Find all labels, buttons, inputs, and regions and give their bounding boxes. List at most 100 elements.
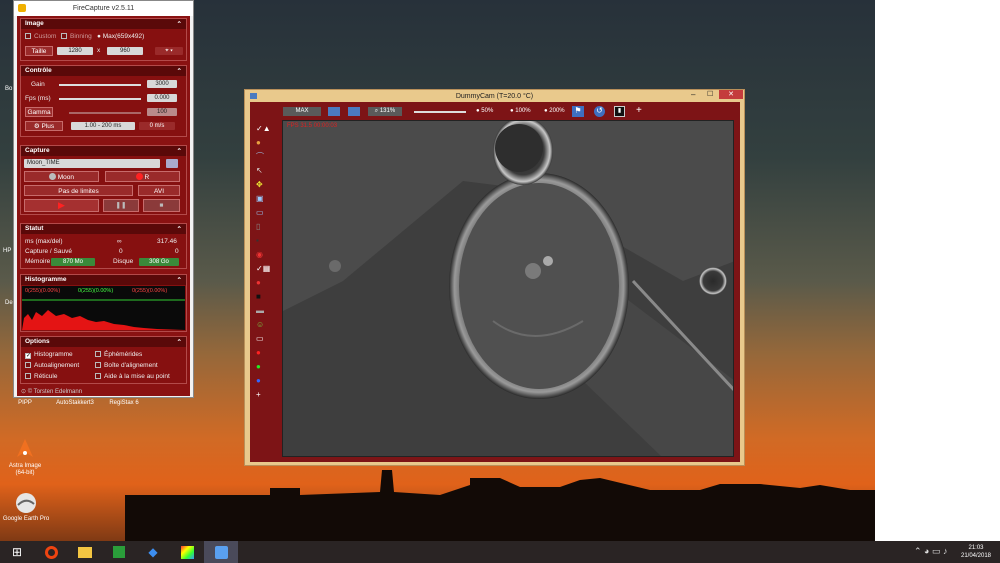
- side-tool-histogram-icon[interactable]: ✓▲: [256, 124, 274, 133]
- windows-start-icon[interactable]: ⊞: [0, 541, 34, 563]
- terminal-icon[interactable]: ▮: [614, 106, 625, 117]
- side-tool-link-icon[interactable]: ⌒: [256, 152, 274, 161]
- zoom-slider[interactable]: [414, 111, 466, 113]
- moon-profile-button[interactable]: Moon: [24, 171, 99, 182]
- height-field[interactable]: 960: [107, 47, 143, 55]
- side-tool-green-filter-icon[interactable]: ●: [256, 362, 274, 371]
- histogramme-section-header[interactable]: Histogramme ⌃: [21, 275, 186, 285]
- limits-button[interactable]: Pas de limites: [24, 185, 133, 196]
- desktop-icon-registax[interactable]: RegiStax 6: [104, 400, 144, 407]
- desktop-icon-google-earth[interactable]: Google Earth Pro: [0, 492, 52, 523]
- side-tool-smile-icon[interactable]: ☺: [256, 320, 274, 329]
- tray-icons[interactable]: ⌃ ◕ ▭ ♪: [914, 546, 947, 557]
- file-explorer-icon[interactable]: [68, 541, 102, 563]
- custom-option[interactable]: Custom: [34, 33, 56, 40]
- close-button[interactable]: ✕: [719, 90, 743, 99]
- gain-value[interactable]: 3000: [147, 80, 177, 88]
- side-tool-move-icon[interactable]: ✥: [256, 180, 274, 189]
- histogram-green-value: 0(255)(0.00%): [78, 288, 114, 294]
- store-icon[interactable]: [102, 541, 136, 563]
- firecapture-app-icon: [18, 4, 26, 12]
- option-reticule[interactable]: Réticule: [25, 373, 57, 380]
- side-tool-rgb-icon[interactable]: ●: [256, 278, 274, 287]
- exposure-range[interactable]: 1.00 - 200 ms: [71, 122, 135, 130]
- side-tool-red-filter-icon[interactable]: ●: [256, 348, 274, 357]
- history-icon[interactable]: ↺: [594, 106, 605, 117]
- dropbox-icon[interactable]: ◆: [136, 541, 170, 563]
- options-section-header[interactable]: Options ⌃: [21, 337, 186, 347]
- side-tool-chat-icon[interactable]: ▭: [256, 208, 274, 217]
- capture-section-header[interactable]: Capture ⌃: [21, 146, 186, 156]
- fps-value[interactable]: 0.000: [147, 94, 177, 102]
- desktop-icon-astra-image[interactable]: Astra Image (64-bit): [3, 437, 47, 477]
- gamma-value[interactable]: 100: [147, 108, 177, 116]
- dummycam-titlebar: DummyCam (T=20.0 °C) – ☐ ✕: [245, 90, 744, 102]
- image-section-header[interactable]: Image ⌃: [21, 19, 186, 29]
- max-resolution-option[interactable]: ● Max(659x492): [97, 33, 144, 40]
- binning-option[interactable]: Binning: [70, 33, 92, 40]
- crosshair-icon[interactable]: +: [636, 105, 642, 116]
- record-button[interactable]: ▶: [24, 199, 99, 212]
- desktop-icon-pipp[interactable]: PIPP: [10, 400, 40, 407]
- desktop-icon-label: AutoStakkert3: [56, 400, 94, 406]
- folder-icon[interactable]: [166, 159, 178, 168]
- fps-slider[interactable]: [59, 98, 141, 100]
- zoom-100-option[interactable]: ● 100%: [510, 108, 531, 114]
- gamma-button[interactable]: Gamma: [25, 107, 53, 117]
- filter-r-button[interactable]: R: [105, 171, 180, 182]
- max-button[interactable]: MAX: [283, 107, 321, 116]
- firecapture-icon[interactable]: [204, 541, 238, 563]
- size-button[interactable]: Taille: [25, 46, 53, 56]
- side-tool-target-icon[interactable]: ◉: [256, 250, 274, 259]
- play-icon: ▶: [58, 200, 65, 210]
- histogram-red-value: 0(255)(0.00%): [25, 288, 61, 294]
- desktop-icon-autostakkert[interactable]: AutoStakkert3: [52, 400, 98, 407]
- filename-field[interactable]: Moon_TIME: [24, 159, 160, 168]
- side-tool-focus-icon[interactable]: ▪: [256, 236, 274, 245]
- collapse-icon: ⌃: [176, 226, 182, 233]
- capture-count-label: Capture / Sauvé: [25, 248, 72, 255]
- side-tool-file-icon[interactable]: ▯: [256, 222, 274, 231]
- width-field[interactable]: 1280: [57, 47, 93, 55]
- option-boite-alignement[interactable]: Boîte d'alignement: [95, 362, 158, 369]
- zoom-200-option[interactable]: ● 200%: [544, 108, 565, 114]
- screen-icon[interactable]: [328, 107, 340, 116]
- gamma-slider[interactable]: [69, 112, 141, 114]
- maximize-button[interactable]: ☐: [707, 90, 713, 98]
- camera-preview-image[interactable]: FPS 31.5 00:00:03: [282, 120, 734, 457]
- side-tool-palette-icon[interactable]: ●: [256, 138, 274, 147]
- side-tool-save-icon[interactable]: ▣: [256, 194, 274, 203]
- side-tool-line-icon[interactable]: ▬: [256, 306, 274, 315]
- minimize-button[interactable]: –: [691, 90, 695, 99]
- side-tool-grid-icon[interactable]: ✓▦: [256, 264, 274, 273]
- option-histogramme[interactable]: ✓ Histogramme: [25, 351, 73, 359]
- side-tool-pointer-icon[interactable]: ↖: [256, 166, 274, 175]
- collapse-icon: ⌃: [176, 68, 182, 75]
- firecapture-title: FireCapture v2.5.11: [72, 5, 135, 12]
- stop-button[interactable]: ■: [143, 199, 180, 212]
- screen-icon-2[interactable]: [348, 107, 360, 116]
- statut-section-header[interactable]: Statut ⌃: [21, 224, 186, 234]
- zoom-50-option[interactable]: ● 50%: [476, 108, 493, 114]
- gain-slider[interactable]: [59, 84, 141, 86]
- side-tool-black-icon[interactable]: ■: [256, 292, 274, 301]
- side-tool-blue-filter-icon[interactable]: ●: [256, 376, 274, 385]
- side-tool-fps-icon[interactable]: ▭: [256, 334, 274, 343]
- plus-button[interactable]: ⚙ Plus: [25, 121, 63, 131]
- avi-button[interactable]: AVI: [138, 185, 180, 196]
- roi-dropdown[interactable]: ⌖ ▾: [155, 47, 183, 55]
- controle-section-header[interactable]: Contrôle ⌃: [21, 66, 186, 76]
- option-ephemerides[interactable]: Éphémérides: [95, 351, 142, 358]
- runner-icon[interactable]: ⚑: [572, 106, 584, 117]
- zoom-level[interactable]: ⌕ 131%: [368, 107, 402, 116]
- taskbar-clock[interactable]: 21:03 21/04/2018: [958, 544, 994, 560]
- option-autoalignement[interactable]: Autoalignement: [25, 362, 79, 369]
- size-separator: x: [97, 47, 101, 54]
- desktop-edge-label: Bo: [5, 86, 13, 92]
- option-aide-mise-au-point[interactable]: Aide à la mise au point: [95, 373, 170, 380]
- side-tool-add-icon[interactable]: +: [256, 390, 274, 399]
- opera-icon[interactable]: [34, 541, 68, 563]
- color-app-icon[interactable]: [170, 541, 204, 563]
- desktop-edge-label: HP: [3, 248, 12, 254]
- pause-button[interactable]: ❚❚: [103, 199, 139, 212]
